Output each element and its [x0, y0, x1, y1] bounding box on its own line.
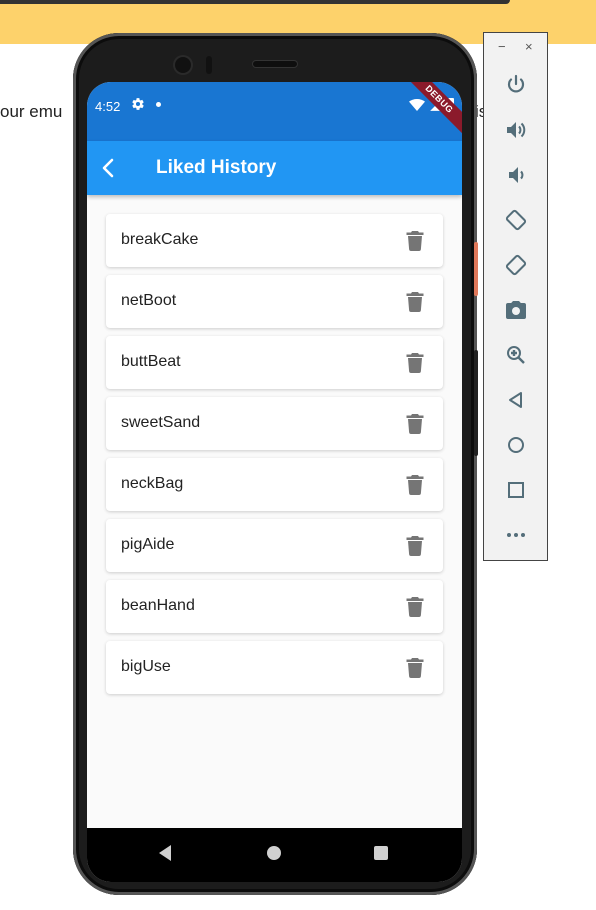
banner-divider [0, 0, 510, 4]
close-button[interactable]: × [525, 39, 533, 54]
wifi-icon [409, 98, 425, 116]
delete-trash-icon[interactable] [406, 231, 424, 252]
delete-trash-icon[interactable] [406, 597, 424, 617]
overview-icon[interactable] [504, 478, 528, 502]
volume-down-icon[interactable] [504, 163, 528, 187]
delete-trash-icon[interactable] [406, 658, 424, 678]
liked-item-card[interactable]: netBoot [106, 275, 443, 328]
background-text-left: our emu [0, 102, 63, 121]
settings-gear-icon [131, 97, 145, 114]
liked-item-label: pigAide [121, 536, 175, 553]
power-icon[interactable] [504, 73, 528, 97]
liked-item-label: breakCake [121, 231, 199, 248]
zoom-icon[interactable] [504, 343, 528, 367]
liked-item-card[interactable]: breakCake [106, 214, 443, 267]
status-time: 4:52 [95, 99, 121, 114]
delete-trash-icon[interactable] [406, 414, 424, 435]
emulator-toolbar: − × [483, 32, 548, 561]
liked-item-label: buttBeat [121, 353, 181, 370]
camera-icon[interactable] [504, 298, 528, 322]
liked-item-card[interactable]: neckBag [106, 458, 443, 511]
delete-trash-icon[interactable] [406, 353, 424, 374]
nav-overview-icon[interactable] [373, 844, 389, 867]
liked-item-card[interactable]: sweetSand [106, 397, 443, 450]
rotate-left-icon[interactable] [504, 208, 528, 232]
rotate-right-icon[interactable] [504, 253, 528, 277]
liked-item-label: bigUse [121, 658, 171, 675]
liked-item-card[interactable]: beanHand [106, 580, 443, 633]
more-icon[interactable] [504, 523, 528, 547]
nav-back-icon[interactable] [157, 844, 173, 867]
sensor-icon [206, 56, 212, 74]
back-icon[interactable] [504, 388, 528, 412]
side-button-power[interactable] [474, 242, 478, 296]
home-icon[interactable] [504, 433, 528, 457]
front-camera-icon [175, 57, 191, 73]
liked-item-label: netBoot [121, 292, 177, 309]
notification-dot-icon [156, 102, 161, 107]
page-title: Liked History [156, 157, 277, 178]
liked-item-card[interactable]: bigUse [106, 641, 443, 694]
status-bar: 4:52 DEBUG [87, 82, 462, 141]
volume-up-icon[interactable] [504, 118, 528, 142]
delete-trash-icon[interactable] [406, 292, 424, 313]
liked-item-label: neckBag [121, 475, 184, 492]
delete-trash-icon[interactable] [406, 475, 424, 496]
app-bar: Liked History [87, 141, 462, 195]
liked-item-card[interactable]: pigAide [106, 519, 443, 572]
liked-item-label: beanHand [121, 597, 195, 614]
earpiece-speaker [253, 61, 297, 67]
liked-item-card[interactable]: buttBeat [106, 336, 443, 389]
system-navigation-bar [87, 828, 462, 882]
minimize-button[interactable]: − [498, 39, 506, 54]
device-screen: 4:52 DEBUG Liked History breakCake netBoo… [87, 82, 462, 882]
liked-item-label: sweetSand [121, 414, 201, 431]
liked-history-list: breakCake netBoot buttBeat sweetSand neckBag… [106, 214, 443, 702]
side-button-volume[interactable] [474, 350, 478, 456]
delete-trash-icon[interactable] [406, 536, 424, 556]
nav-home-icon[interactable] [266, 844, 282, 867]
back-arrow-icon[interactable] [97, 156, 121, 180]
